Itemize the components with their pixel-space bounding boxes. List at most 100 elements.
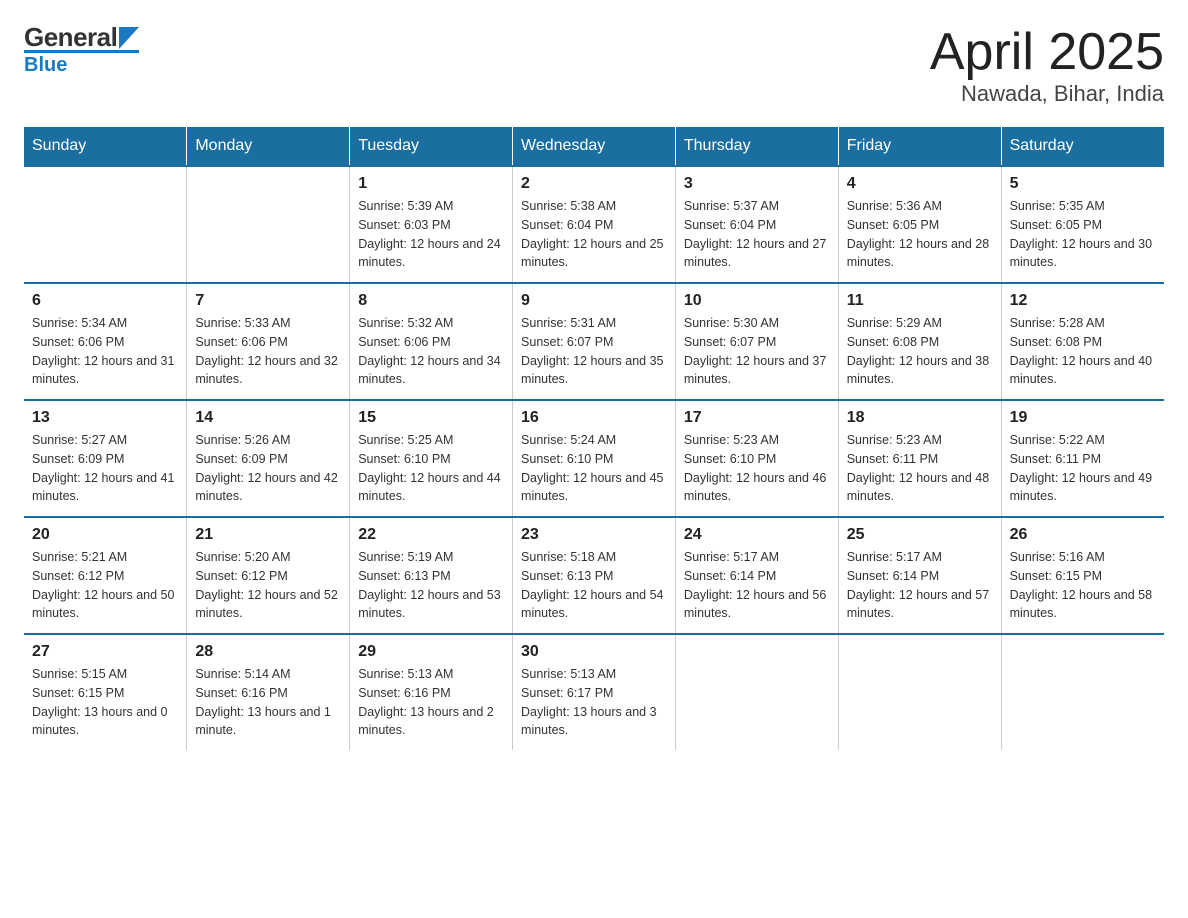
logo-top: General: [24, 24, 117, 50]
day-info: Sunrise: 5:16 AMSunset: 6:15 PMDaylight:…: [1010, 548, 1156, 623]
logo-text-block: General Blue: [24, 24, 139, 75]
calendar-cell: [187, 166, 350, 283]
day-number: 6: [32, 292, 178, 310]
col-tuesday: Tuesday: [350, 127, 513, 166]
day-info: Sunrise: 5:26 AMSunset: 6:09 PMDaylight:…: [195, 431, 341, 506]
page-title: April 2025: [930, 24, 1164, 81]
calendar-cell: 10 Sunrise: 5:30 AMSunset: 6:07 PMDayligh…: [675, 283, 838, 400]
day-info: Sunrise: 5:36 AMSunset: 6:05 PMDaylight:…: [847, 197, 993, 272]
calendar-cell: 24Sunrise: 5:17 AMSunset: 6:14 PMDayligh…: [675, 517, 838, 634]
calendar-week-row: 13 Sunrise: 5:27 AMSunset: 6:09 PMDayligh…: [24, 400, 1164, 517]
day-number: 5: [1010, 175, 1156, 193]
day-info: Sunrise: 5:13 AMSunset: 6:16 PMDaylight:…: [358, 665, 504, 740]
day-number: 30: [521, 643, 667, 661]
calendar-week-row: 1Sunrise: 5:39 AMSunset: 6:03 PMDaylight…: [24, 166, 1164, 283]
calendar-cell: 9 Sunrise: 5:31 AMSunset: 6:07 PMDaylight…: [513, 283, 676, 400]
calendar-cell: 29 Sunrise: 5:13 AMSunset: 6:16 PMDayligh…: [350, 634, 513, 750]
day-number: 21: [195, 526, 341, 544]
calendar-cell: 16Sunrise: 5:24 AMSunset: 6:10 PMDayligh…: [513, 400, 676, 517]
calendar-cell: 4Sunrise: 5:36 AMSunset: 6:05 PMDaylight…: [838, 166, 1001, 283]
calendar-cell: 13 Sunrise: 5:27 AMSunset: 6:09 PMDayligh…: [24, 400, 187, 517]
day-info: Sunrise: 5:27 AMSunset: 6:09 PMDaylight:…: [32, 431, 178, 506]
day-info: Sunrise: 5:17 AMSunset: 6:14 PMDaylight:…: [684, 548, 830, 623]
day-info: Sunrise: 5:23 AMSunset: 6:11 PMDaylight:…: [847, 431, 993, 506]
day-number: 15: [358, 409, 504, 427]
day-number: 11: [847, 292, 993, 310]
day-info: Sunrise: 5:20 AMSunset: 6:12 PMDaylight:…: [195, 548, 341, 623]
day-info: Sunrise: 5:25 AMSunset: 6:10 PMDaylight:…: [358, 431, 504, 506]
day-number: 13: [32, 409, 178, 427]
day-info: Sunrise: 5:39 AMSunset: 6:03 PMDaylight:…: [358, 197, 504, 272]
col-saturday: Saturday: [1001, 127, 1164, 166]
day-number: 27: [32, 643, 178, 661]
calendar-cell: 1Sunrise: 5:39 AMSunset: 6:03 PMDaylight…: [350, 166, 513, 283]
day-number: 12: [1010, 292, 1156, 310]
day-number: 19: [1010, 409, 1156, 427]
logo: General Blue: [24, 24, 139, 75]
day-number: 10: [684, 292, 830, 310]
calendar-header-row: Sunday Monday Tuesday Wednesday Thursday…: [24, 127, 1164, 166]
calendar-cell: 11 Sunrise: 5:29 AMSunset: 6:08 PMDayligh…: [838, 283, 1001, 400]
day-number: 25: [847, 526, 993, 544]
day-info: Sunrise: 5:31 AMSunset: 6:07 PMDaylight:…: [521, 314, 667, 389]
page-subtitle: Nawada, Bihar, India: [930, 81, 1164, 107]
calendar-cell: [1001, 634, 1164, 750]
day-number: 3: [684, 175, 830, 193]
calendar-week-row: 27 Sunrise: 5:15 AMSunset: 6:15 PMDayligh…: [24, 634, 1164, 750]
calendar-cell: [675, 634, 838, 750]
day-info: Sunrise: 5:18 AMSunset: 6:13 PMDaylight:…: [521, 548, 667, 623]
day-info: Sunrise: 5:13 AMSunset: 6:17 PMDaylight:…: [521, 665, 667, 740]
calendar-cell: 17Sunrise: 5:23 AMSunset: 6:10 PMDayligh…: [675, 400, 838, 517]
day-number: 9: [521, 292, 667, 310]
day-number: 26: [1010, 526, 1156, 544]
calendar-table: Sunday Monday Tuesday Wednesday Thursday…: [24, 127, 1164, 750]
day-info: Sunrise: 5:19 AMSunset: 6:13 PMDaylight:…: [358, 548, 504, 623]
calendar-cell: 6 Sunrise: 5:34 AMSunset: 6:06 PMDaylight…: [24, 283, 187, 400]
calendar-cell: 21 Sunrise: 5:20 AMSunset: 6:12 PMDayligh…: [187, 517, 350, 634]
day-info: Sunrise: 5:21 AMSunset: 6:12 PMDaylight:…: [32, 548, 178, 623]
calendar-cell: 30 Sunrise: 5:13 AMSunset: 6:17 PMDayligh…: [513, 634, 676, 750]
day-number: 7: [195, 292, 341, 310]
calendar-cell: 5 Sunrise: 5:35 AMSunset: 6:05 PMDaylight…: [1001, 166, 1164, 283]
day-number: 22: [358, 526, 504, 544]
calendar-cell: 28 Sunrise: 5:14 AMSunset: 6:16 PMDayligh…: [187, 634, 350, 750]
logo-triangle-icon: [119, 27, 139, 49]
day-number: 29: [358, 643, 504, 661]
day-number: 14: [195, 409, 341, 427]
calendar-cell: 7Sunrise: 5:33 AMSunset: 6:06 PMDaylight…: [187, 283, 350, 400]
calendar-cell: 22 Sunrise: 5:19 AMSunset: 6:13 PMDayligh…: [350, 517, 513, 634]
day-number: 17: [684, 409, 830, 427]
col-sunday: Sunday: [24, 127, 187, 166]
day-info: Sunrise: 5:30 AMSunset: 6:07 PMDaylight:…: [684, 314, 830, 389]
day-info: Sunrise: 5:38 AMSunset: 6:04 PMDaylight:…: [521, 197, 667, 272]
calendar-cell: [24, 166, 187, 283]
day-info: Sunrise: 5:22 AMSunset: 6:11 PMDaylight:…: [1010, 431, 1156, 506]
calendar-cell: [838, 634, 1001, 750]
day-info: Sunrise: 5:34 AMSunset: 6:06 PMDaylight:…: [32, 314, 178, 389]
day-number: 16: [521, 409, 667, 427]
day-info: Sunrise: 5:14 AMSunset: 6:16 PMDaylight:…: [195, 665, 341, 740]
day-info: Sunrise: 5:17 AMSunset: 6:14 PMDaylight:…: [847, 548, 993, 623]
page-header: General Blue April 2025 Nawada, Bihar, I…: [24, 24, 1164, 107]
calendar-cell: 2 Sunrise: 5:38 AMSunset: 6:04 PMDaylight…: [513, 166, 676, 283]
day-info: Sunrise: 5:29 AMSunset: 6:08 PMDaylight:…: [847, 314, 993, 389]
col-monday: Monday: [187, 127, 350, 166]
day-info: Sunrise: 5:35 AMSunset: 6:05 PMDaylight:…: [1010, 197, 1156, 272]
col-wednesday: Wednesday: [513, 127, 676, 166]
day-number: 28: [195, 643, 341, 661]
calendar-cell: 25 Sunrise: 5:17 AMSunset: 6:14 PMDayligh…: [838, 517, 1001, 634]
calendar-cell: 8Sunrise: 5:32 AMSunset: 6:06 PMDaylight…: [350, 283, 513, 400]
calendar-cell: 14 Sunrise: 5:26 AMSunset: 6:09 PMDayligh…: [187, 400, 350, 517]
calendar-cell: 3Sunrise: 5:37 AMSunset: 6:04 PMDaylight…: [675, 166, 838, 283]
day-number: 20: [32, 526, 178, 544]
calendar-cell: 23 Sunrise: 5:18 AMSunset: 6:13 PMDayligh…: [513, 517, 676, 634]
logo-bottom: Blue: [24, 50, 139, 75]
calendar-cell: 15 Sunrise: 5:25 AMSunset: 6:10 PMDayligh…: [350, 400, 513, 517]
day-info: Sunrise: 5:28 AMSunset: 6:08 PMDaylight:…: [1010, 314, 1156, 389]
day-number: 2: [521, 175, 667, 193]
day-info: Sunrise: 5:15 AMSunset: 6:15 PMDaylight:…: [32, 665, 178, 740]
day-number: 23: [521, 526, 667, 544]
calendar-cell: 18Sunrise: 5:23 AMSunset: 6:11 PMDayligh…: [838, 400, 1001, 517]
day-info: Sunrise: 5:32 AMSunset: 6:06 PMDaylight:…: [358, 314, 504, 389]
col-friday: Friday: [838, 127, 1001, 166]
